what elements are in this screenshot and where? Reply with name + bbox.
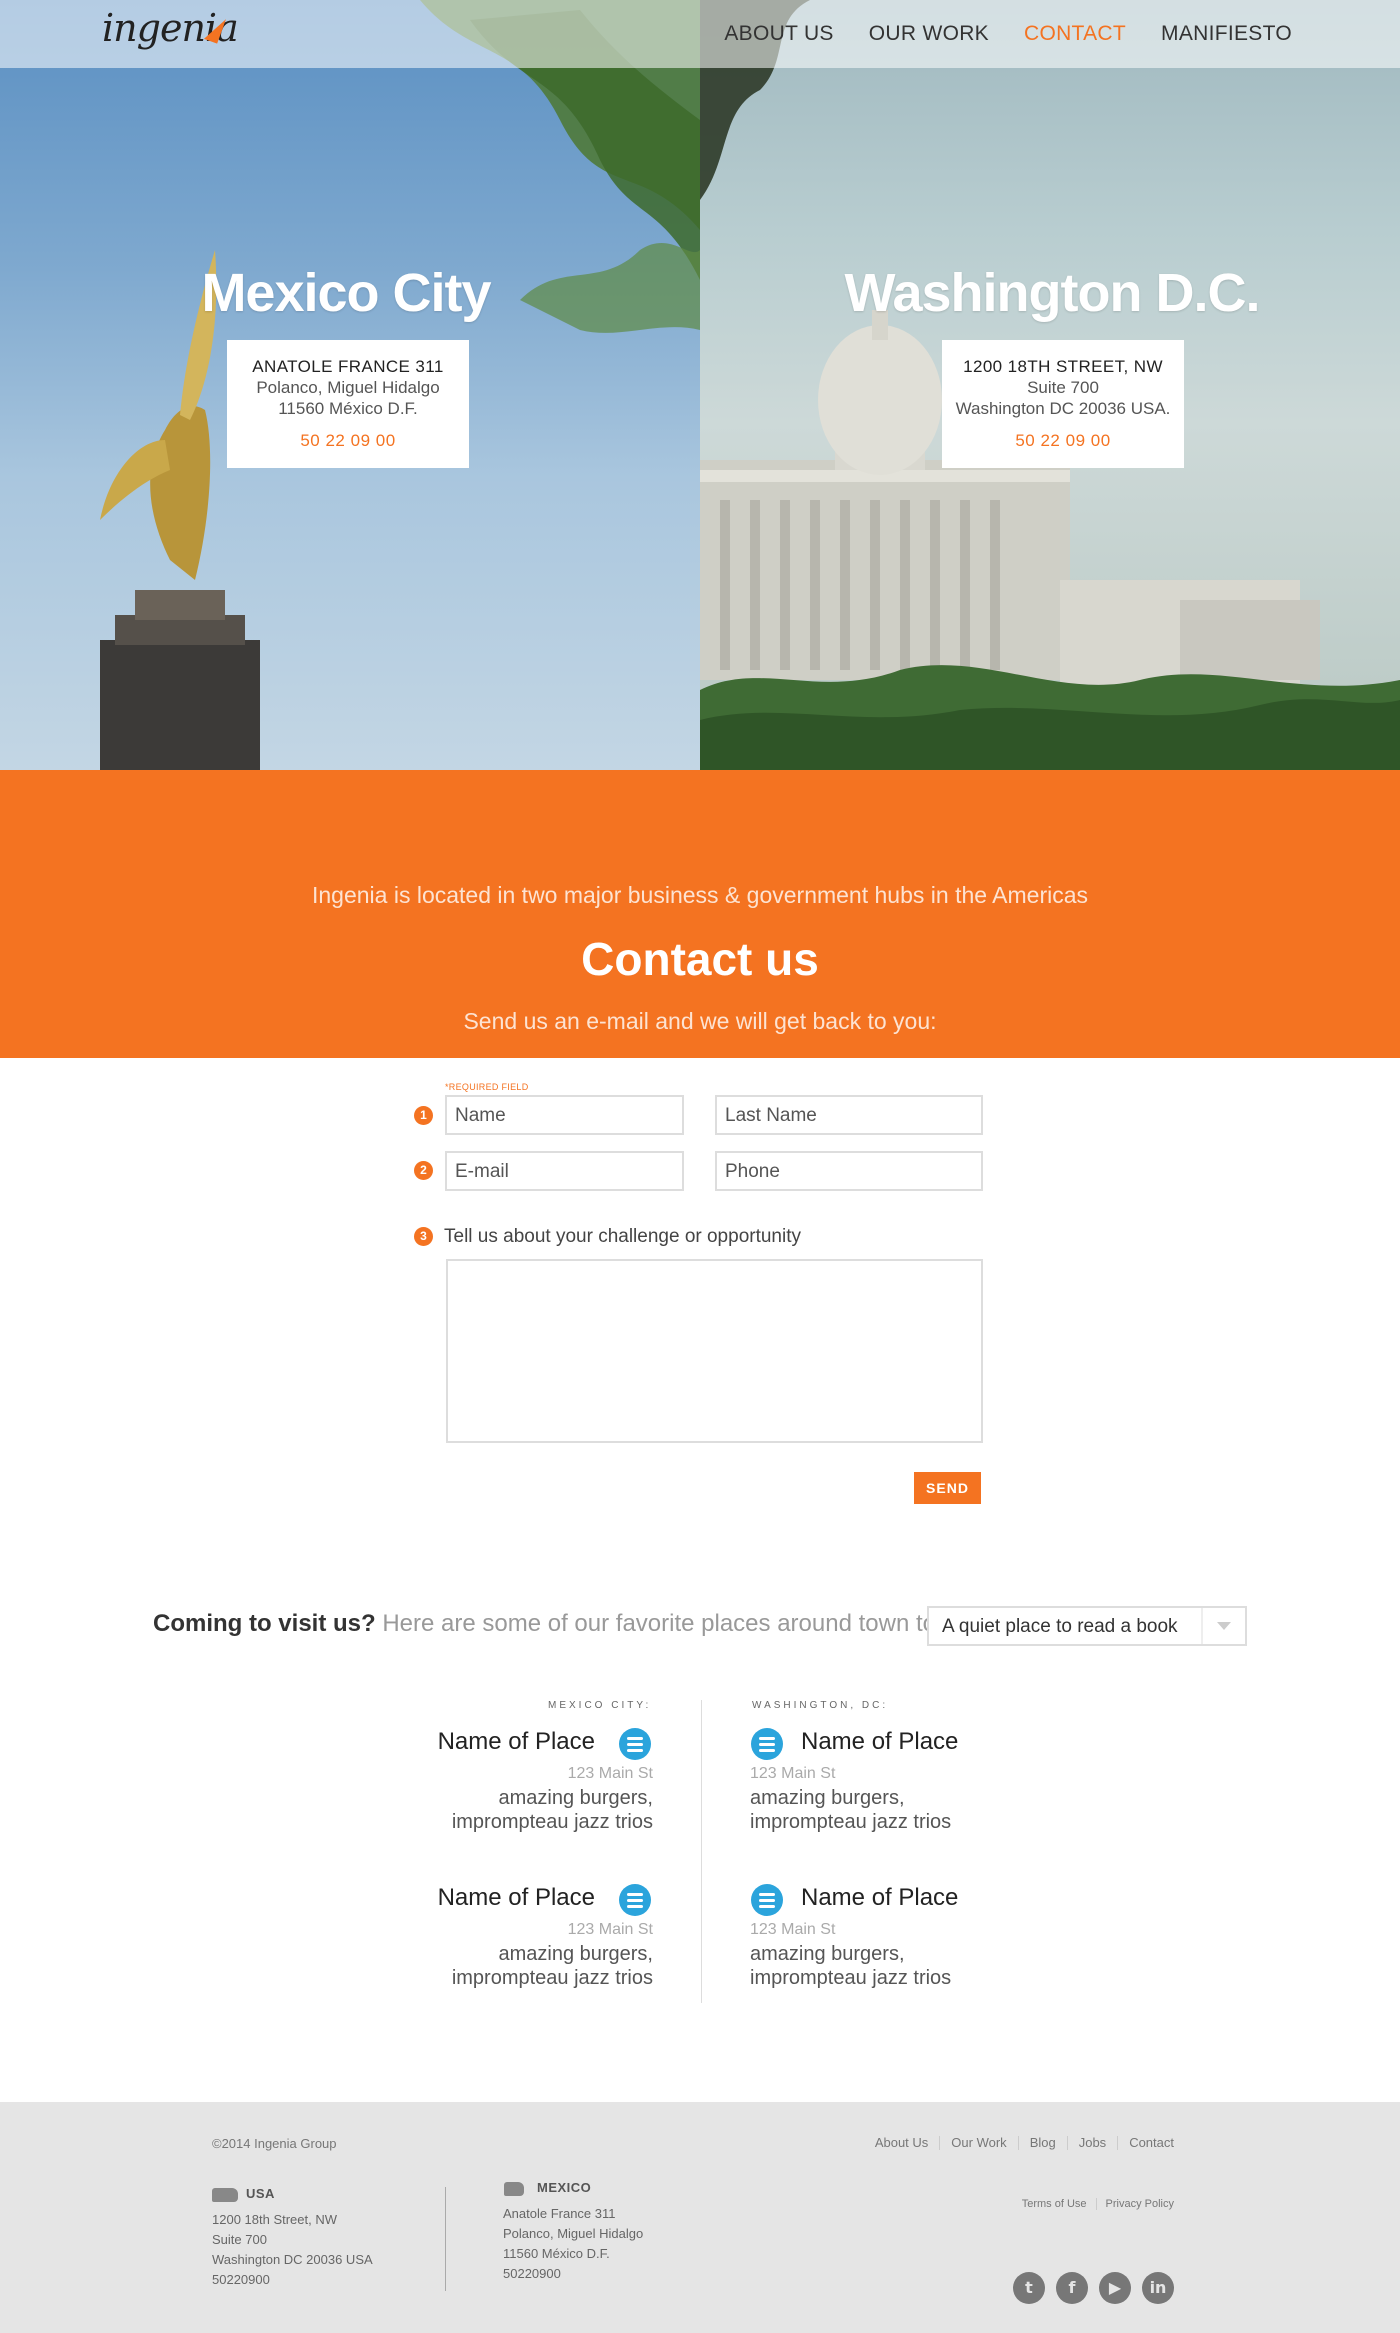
city-title-mexico: Mexico City	[201, 263, 491, 323]
address-line: Washington DC 20036 USA.	[955, 399, 1171, 418]
linkedin-icon[interactable]: in	[1142, 2272, 1174, 2304]
address-line: Polanco, Miguel Hidalgo	[256, 378, 440, 397]
intro-text: Ingenia is located in two major business…	[311, 882, 1089, 908]
place-item[interactable]: Name of Place 123 Main St amazing burger…	[750, 1728, 1090, 1848]
mexico-city-column-header: MEXICO CITY:	[548, 1700, 652, 1711]
address-card-mexico: ANATOLE FRANCE 311 Polanco, Miguel Hidal…	[227, 340, 469, 468]
place-address: 123 Main St	[567, 1921, 653, 1938]
chevron-down-icon[interactable]	[1201, 1608, 1245, 1644]
footer-links: About Us Our Work Blog Jobs Contact	[864, 2136, 1174, 2150]
activity-select[interactable]: A quiet place to read a book	[927, 1606, 1247, 1646]
nav-contact[interactable]: CONTACT	[1024, 22, 1126, 46]
footer-address-mexico: MEXICO Anatole France 311 Polanco, Migue…	[503, 2178, 643, 2284]
contact-banner: Ingenia is located in two major business…	[0, 770, 1400, 1058]
facebook-icon[interactable]: f	[1056, 2272, 1088, 2304]
footer-address-usa: USA 1200 18th Street, NW Suite 700 Washi…	[212, 2184, 373, 2290]
place-address: 123 Main St	[567, 1765, 653, 1782]
phone-number[interactable]: 50 22 09 00	[942, 431, 1184, 451]
place-description: amazing burgers, imprompteau jazz trios	[451, 1787, 653, 1833]
visit-heading-text: Here are some of our favorite places aro…	[375, 1610, 936, 1637]
nav-manifiesto[interactable]: MANIFIESTO	[1161, 22, 1292, 46]
visit-heading: Coming to visit us? Here are some of our…	[153, 1610, 936, 1638]
place-item[interactable]: Name of Place 123 Main St amazing burger…	[313, 1728, 653, 1848]
place-item[interactable]: Name of Place 123 Main St amazing burger…	[313, 1884, 653, 2004]
footer-address-line: Suite 700	[212, 2232, 267, 2247]
footer-address-line: 50220900	[212, 2272, 270, 2287]
burger-icon	[619, 1728, 651, 1760]
footer-address-line: Polanco, Miguel Hidalgo	[503, 2226, 644, 2241]
social-links: t f ▶ in	[1013, 2272, 1174, 2304]
address-line: ANATOLE FRANCE 311	[252, 357, 444, 376]
send-button[interactable]: SEND	[914, 1472, 981, 1504]
footer-link-blog[interactable]: Blog	[1019, 2136, 1068, 2150]
nav-about-us[interactable]: ABOUT US	[724, 22, 833, 46]
burger-icon	[619, 1884, 651, 1916]
privacy-policy-link[interactable]: Privacy Policy	[1097, 2198, 1174, 2210]
place-address: 123 Main St	[750, 1921, 836, 1938]
step-2-badge: 2	[414, 1161, 433, 1180]
footer-address-label: USA	[246, 2186, 275, 2201]
activity-select-value: A quiet place to read a book	[942, 1616, 1178, 1637]
phone-field[interactable]: Phone	[715, 1151, 983, 1191]
footer: ©2014 Ingenia Group About Us Our Work Bl…	[0, 2102, 1400, 2333]
nav-our-work[interactable]: OUR WORK	[869, 22, 989, 46]
terms-of-use-link[interactable]: Terms of Use	[1013, 2198, 1097, 2210]
footer-address-line: 50220900	[503, 2266, 561, 2281]
contact-title: Contact us	[581, 933, 819, 985]
email-field[interactable]: E-mail	[445, 1151, 684, 1191]
message-textarea[interactable]	[446, 1259, 983, 1443]
place-item[interactable]: Name of Place 123 Main St amazing burger…	[750, 1884, 1090, 2004]
message-label: Tell us about your challenge or opportun…	[444, 1226, 802, 1247]
address-line: 11560 México D.F.	[278, 399, 418, 418]
place-name[interactable]: Name of Place	[801, 1884, 958, 1912]
footer-link-our-work[interactable]: Our Work	[940, 2136, 1019, 2150]
top-nav: ingenia ABOUT US OUR WORK CONTACT MANIFI…	[0, 0, 1400, 68]
required-field-note: *REQUIRED FIELD	[445, 1082, 529, 1092]
footer-address-line: 11560 México D.F.	[503, 2246, 610, 2261]
place-name[interactable]: Name of Place	[438, 1884, 595, 1912]
footer-address-line: 1200 18th Street, NW	[212, 2212, 338, 2227]
nav-links: ABOUT US OUR WORK CONTACT MANIFIESTO	[724, 22, 1292, 46]
youtube-icon[interactable]: ▶	[1099, 2272, 1131, 2304]
last-name-field[interactable]: Last Name	[715, 1095, 983, 1135]
footer-link-contact[interactable]: Contact	[1118, 2136, 1174, 2150]
step-1-badge: 1	[414, 1106, 433, 1125]
twitter-icon[interactable]: t	[1013, 2272, 1045, 2304]
address-line: Suite 700	[1027, 378, 1099, 397]
place-address: 123 Main St	[750, 1765, 836, 1782]
visit-heading-bold: Coming to visit us?	[153, 1610, 376, 1637]
phone-number[interactable]: 50 22 09 00	[227, 431, 469, 451]
footer-divider	[445, 2187, 446, 2291]
legal-links: Terms of Use Privacy Policy	[1013, 2198, 1174, 2210]
place-name[interactable]: Name of Place	[438, 1728, 595, 1756]
name-field[interactable]: Name	[445, 1095, 684, 1135]
place-description: amazing burgers, imprompteau jazz trios	[750, 1943, 952, 1989]
washington-column-header: WASHINGTON, DC:	[752, 1700, 889, 1711]
footer-link-about-us[interactable]: About Us	[864, 2136, 941, 2150]
contact-subtitle: Send us an e-mail and we will get back t…	[463, 1008, 937, 1034]
hero-section: ingenia ABOUT US OUR WORK CONTACT MANIFI…	[0, 0, 1400, 770]
place-name[interactable]: Name of Place	[801, 1728, 958, 1756]
address-card-washington: 1200 18TH STREET, NW Suite 700 Washingto…	[942, 340, 1184, 468]
footer-address-line: Anatole France 311	[503, 2206, 616, 2221]
step-3-badge: 3	[414, 1227, 433, 1246]
contact-page: ingenia ABOUT US OUR WORK CONTACT MANIFI…	[0, 0, 1400, 2333]
footer-address-label: MEXICO	[537, 2180, 592, 2195]
column-divider	[701, 1700, 702, 2003]
copyright: ©2014 Ingenia Group	[212, 2136, 337, 2151]
address-line: 1200 18TH STREET, NW	[963, 357, 1163, 376]
footer-link-jobs[interactable]: Jobs	[1068, 2136, 1119, 2150]
place-description: amazing burgers, imprompteau jazz trios	[750, 1787, 952, 1833]
city-title-washington: Washington D.C.	[844, 263, 1261, 323]
place-description: amazing burgers, imprompteau jazz trios	[451, 1943, 653, 1989]
footer-address-line: Washington DC 20036 USA	[212, 2252, 373, 2267]
